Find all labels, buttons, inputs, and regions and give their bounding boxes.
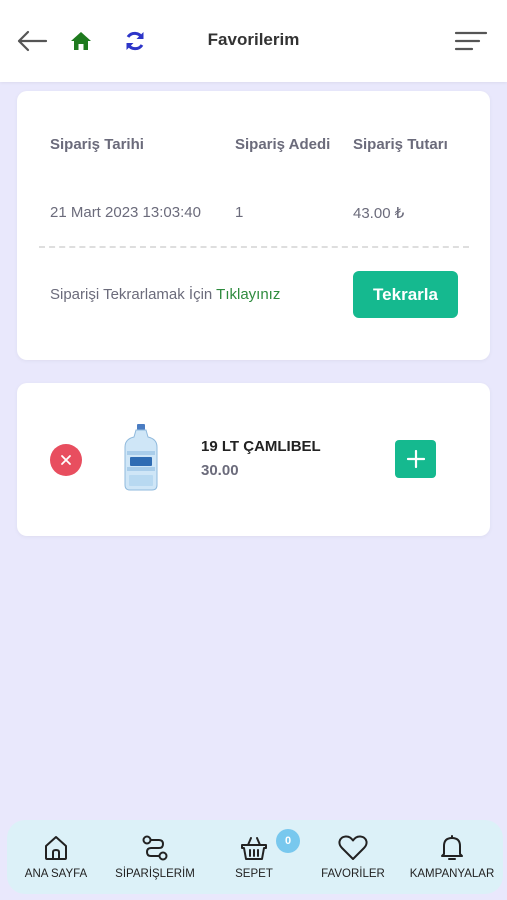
nav-label-campaigns: KAMPANYALAR <box>409 868 495 880</box>
repeat-order-label: Siparişi Tekrarlamak İçin <box>50 286 217 303</box>
divider <box>39 246 469 248</box>
nav-label-orders: SİPARİŞLERİM <box>115 868 195 880</box>
home-outline-icon <box>45 836 67 860</box>
repeat-order-text: Siparişi Tekrarlamak İçin Tıklayınız <box>50 286 280 303</box>
add-to-cart-button[interactable] <box>395 440 436 478</box>
cart-count-badge: 0 <box>276 829 300 853</box>
order-quantity-header: Sipariş Adedi <box>235 136 331 153</box>
product-image <box>121 423 161 493</box>
order-quantity-value: 1 <box>235 204 244 221</box>
remove-favorite-button[interactable] <box>50 444 82 476</box>
menu-icon <box>454 31 488 51</box>
close-icon <box>61 455 71 465</box>
nav-label-home: ANA SAYFA <box>24 868 88 880</box>
product-card: 19 LT ÇAMLIBEL 30.00 <box>17 383 490 536</box>
order-summary-card: Sipariş Tarihi Sipariş Adedi Sipariş Tut… <box>17 91 490 360</box>
product-price: 30.00 <box>201 462 239 479</box>
repeat-order-button[interactable]: Tekrarla <box>353 271 458 318</box>
heart-icon <box>338 835 368 860</box>
product-name: 19 LT ÇAMLIBEL <box>201 438 321 455</box>
nav-item-home[interactable]: ANA SAYFA <box>17 820 95 894</box>
bell-icon <box>441 835 463 860</box>
basket-icon <box>241 837 267 860</box>
nav-item-orders[interactable]: SİPARİŞLERİM <box>105 820 205 894</box>
order-total-header: Sipariş Tutarı <box>353 136 448 153</box>
bottom-navigation: ANA SAYFA SİPARİŞLERİM SEPET 0 FAVORİLER… <box>7 820 503 894</box>
page-title: Favorilerim <box>207 30 300 49</box>
nav-item-campaigns[interactable]: KAMPANYALAR <box>405 820 499 894</box>
order-total-value: 43.00 ₺ <box>353 205 405 222</box>
route-icon <box>142 835 168 861</box>
nav-label-favorites: FAVORİLER <box>321 868 385 880</box>
nav-item-favorites[interactable]: FAVORİLER <box>313 820 393 894</box>
order-date-header: Sipariş Tarihi <box>50 136 144 153</box>
app-header: Favorilerim <box>0 0 507 82</box>
water-bottle-icon <box>124 424 158 491</box>
order-date-value: 21 Mart 2023 13:03:40 <box>50 204 201 221</box>
nav-item-cart[interactable]: SEPET 0 <box>217 820 300 894</box>
plus-icon <box>406 450 425 468</box>
menu-button[interactable] <box>451 26 491 56</box>
repeat-order-link[interactable]: Tıklayınız <box>216 286 280 303</box>
nav-label-cart: SEPET <box>235 868 273 880</box>
